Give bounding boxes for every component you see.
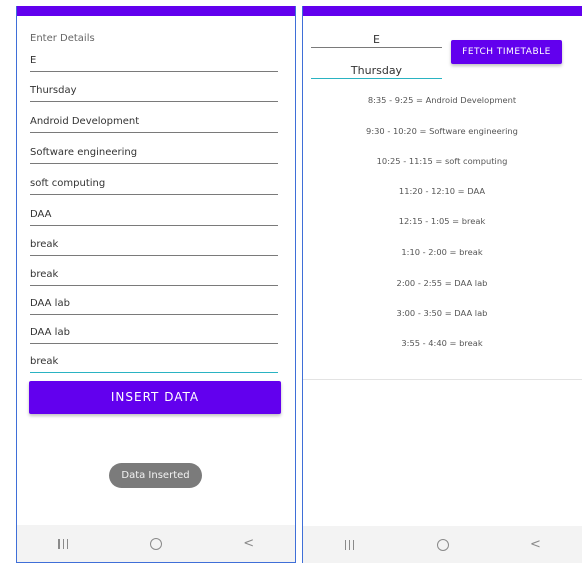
timetable-row: 12:15 - 1:05 = break (398, 216, 486, 226)
timetable-row: 8:35 - 9:25 = Android Development (367, 95, 517, 105)
timetable-row: 1:10 - 2:00 = break (401, 247, 483, 257)
recents-icon[interactable] (330, 530, 370, 560)
fetch-screen: E Thursday FETCH TIMETABLE 8:35 - 9:25 =… (302, 6, 582, 563)
period-1-field[interactable]: Android Development (30, 115, 278, 133)
period-5-field[interactable]: break (30, 238, 278, 256)
back-glyph: < (243, 536, 255, 551)
timetable-row: 10:25 - 11:15 = soft computing (376, 156, 508, 166)
navigation-bar: < (17, 525, 295, 562)
navigation-bar: < (303, 526, 582, 563)
divider (303, 379, 582, 380)
status-bar (17, 6, 295, 16)
period-4-field[interactable]: DAA (30, 208, 278, 226)
fetch-timetable-button[interactable]: FETCH TIMETABLE (451, 40, 562, 64)
home-icon[interactable] (136, 529, 176, 559)
id-field[interactable]: E (30, 54, 278, 72)
timetable-row: 3:55 - 4:40 = break (401, 338, 483, 348)
period-7-field[interactable]: DAA lab (30, 297, 278, 315)
period-2-field[interactable]: Software engineering (30, 146, 278, 164)
toast-message: Data Inserted (109, 463, 202, 488)
period-8-field[interactable]: DAA lab (30, 326, 278, 344)
recents-icon[interactable] (43, 529, 83, 559)
timetable-row: 2:00 - 2:55 = DAA lab (396, 278, 488, 288)
back-icon[interactable]: < (229, 529, 269, 559)
id-input[interactable]: E (311, 33, 442, 48)
period-6-field[interactable]: break (30, 268, 278, 286)
back-glyph: < (530, 537, 541, 552)
timetable-row: 11:20 - 12:10 = DAA (398, 186, 486, 196)
timetable-row: 9:30 - 10:20 = Software engineering (366, 126, 518, 136)
day-field[interactable]: Thursday (30, 84, 278, 102)
insert-data-button[interactable]: INSERT DATA (29, 381, 281, 414)
status-bar (303, 6, 582, 16)
day-input[interactable]: Thursday (311, 64, 442, 79)
home-icon[interactable] (423, 530, 463, 560)
period-9-field[interactable]: break (30, 355, 278, 373)
back-icon[interactable]: < (516, 530, 556, 560)
insert-screen: Enter Details E Thursday Android Develop… (16, 6, 296, 563)
period-3-field[interactable]: soft computing (30, 177, 278, 195)
timetable-row: 3:00 - 3:50 = DAA lab (396, 308, 488, 318)
enter-details-label: Enter Details (30, 33, 95, 44)
